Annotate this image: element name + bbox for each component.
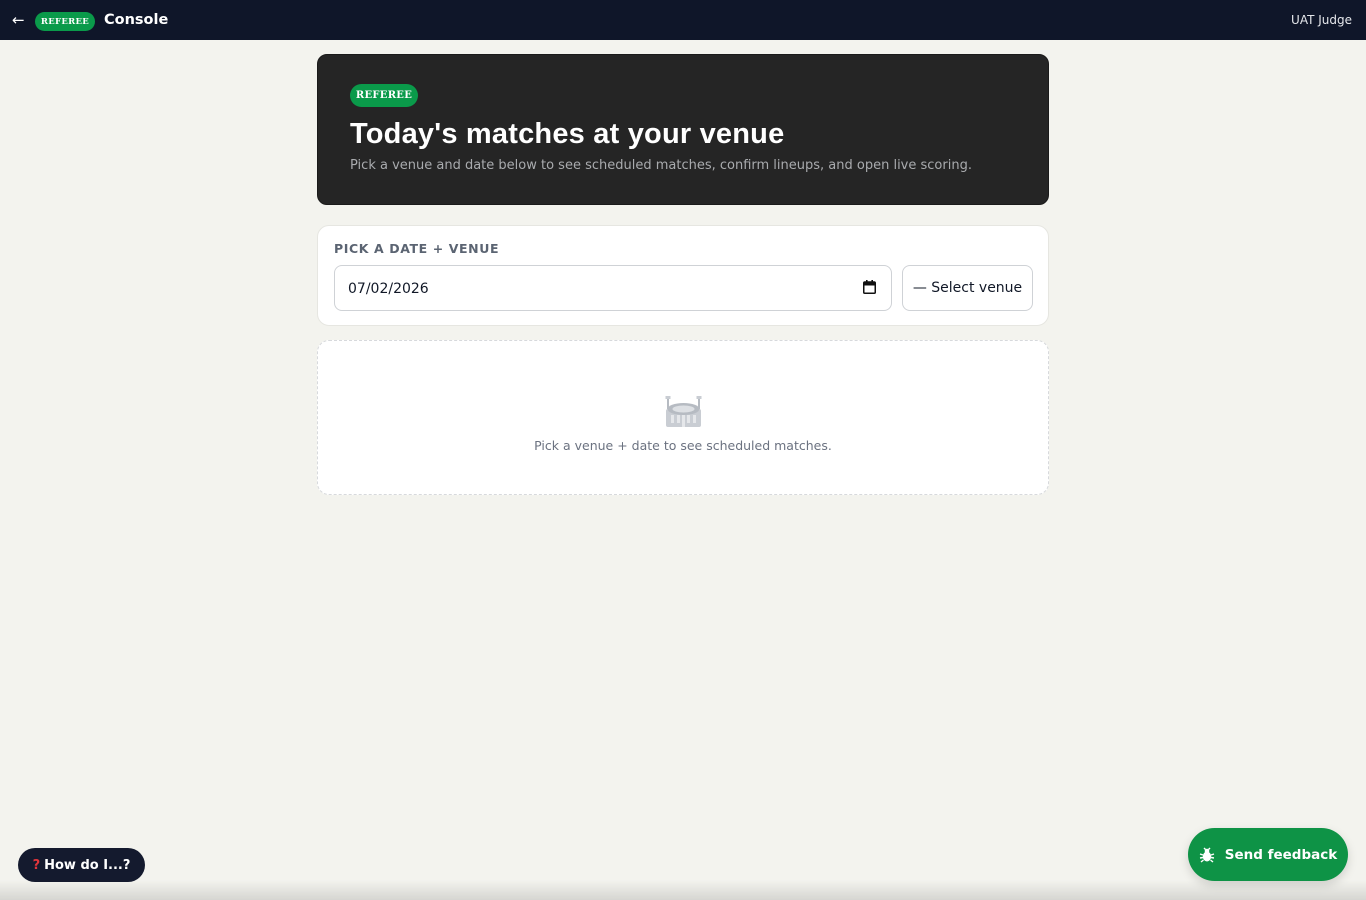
date-venue-picker-card: PICK A DATE + VENUE 07/02/2026 — Select … (317, 225, 1049, 326)
page-subtitle: Pick a venue and date below to see sched… (350, 158, 972, 173)
page-title: Today's matches at your venue (350, 118, 785, 150)
send-feedback-label: Send feedback (1224, 846, 1338, 863)
picker-label: PICK A DATE + VENUE (334, 241, 500, 256)
venue-select[interactable]: — Select venue (902, 265, 1033, 311)
hero-role-badge: REFEREE (350, 84, 418, 107)
calendar-icon[interactable] (863, 280, 876, 294)
role-badge: REFEREE (35, 12, 95, 31)
empty-state-text: Pick a venue + date to see scheduled mat… (534, 438, 832, 453)
date-value: 07/02/2026 (348, 281, 429, 297)
hero-banner: REFEREE Today's matches at your venue Pi… (317, 54, 1049, 205)
bug-icon (1199, 847, 1214, 863)
bottom-edge-shadow (0, 880, 1366, 900)
how-do-i-label: How do I...? (44, 857, 131, 873)
empty-state-card: Pick a venue + date to see scheduled mat… (317, 340, 1049, 495)
top-bar: ← REFEREE Console UAT Judge (0, 0, 1366, 40)
app-title: Console (104, 12, 169, 28)
send-feedback-button[interactable]: Send feedback (1188, 828, 1348, 881)
user-name[interactable]: UAT Judge (1291, 13, 1352, 28)
date-input[interactable]: 07/02/2026 (334, 265, 892, 311)
stadium-icon (665, 396, 702, 427)
how-do-i-button[interactable]: ? How do I...? (18, 848, 145, 882)
back-arrow-icon[interactable]: ← (12, 11, 25, 29)
question-mark-icon: ? (32, 857, 41, 873)
